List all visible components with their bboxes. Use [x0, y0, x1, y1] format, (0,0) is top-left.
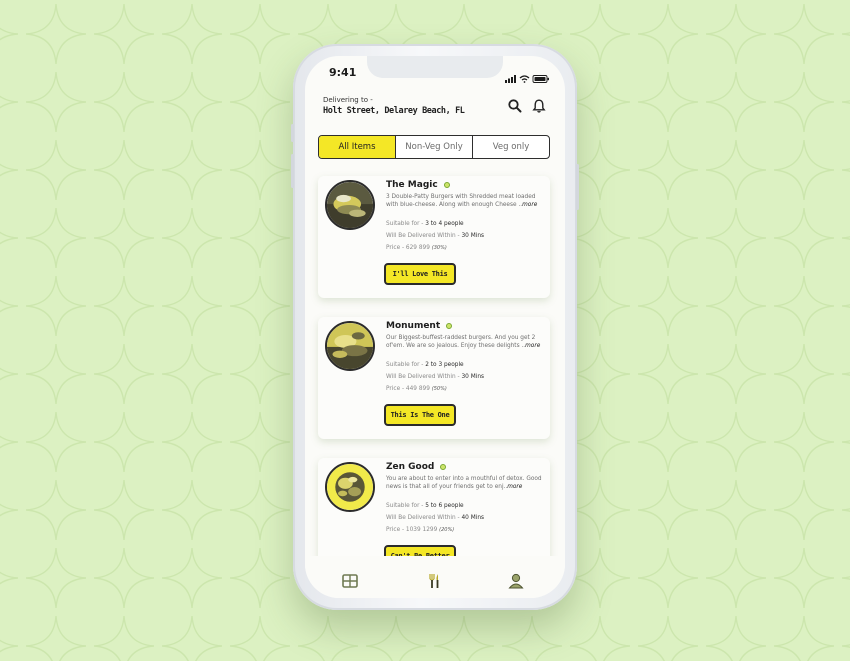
- side-button: [291, 154, 294, 188]
- more-link[interactable]: more: [525, 343, 540, 349]
- filter-tabs: All Items Non-Veg Only Veg only: [318, 135, 550, 159]
- food-description: You are about to enter into a mouthful o…: [386, 476, 542, 490]
- tab-veg-only[interactable]: Veg only: [472, 136, 549, 158]
- delivery-time: Will Be Delivered Within - 40 Mins: [386, 515, 485, 521]
- tab-all-items[interactable]: All Items: [319, 136, 395, 158]
- price: Price - 629 899 (30%): [386, 245, 447, 251]
- food-title: Zen Good: [386, 462, 447, 472]
- food-title: The Magic: [386, 180, 450, 190]
- bottom-nav: [305, 556, 565, 598]
- food-thumbnail: [325, 180, 375, 230]
- veg-indicator-icon: [440, 463, 447, 470]
- fork-knife-icon[interactable]: [425, 572, 443, 590]
- bell-icon[interactable]: [531, 98, 547, 114]
- more-link[interactable]: more: [522, 202, 537, 208]
- delivering-label: Delivering to -: [323, 96, 373, 104]
- price: Price - 1039 1299 (20%): [386, 527, 455, 533]
- food-card[interactable]: The Magic 3 Double-Patty Burgers with Sh…: [318, 176, 550, 298]
- food-description: Our Biggest-buffest-raddest burgers. And…: [386, 335, 541, 349]
- side-button: [291, 124, 294, 142]
- status-time: 9:41: [329, 66, 357, 79]
- order-button[interactable]: This Is The One: [384, 404, 456, 426]
- veg-indicator-icon: [446, 322, 453, 329]
- status-icons: [505, 68, 551, 87]
- delivery-address[interactable]: Holt Street, Delarey Beach, FL: [323, 106, 465, 116]
- food-thumbnail: [325, 321, 375, 371]
- delivery-time: Will Be Delivered Within - 30 Mins: [386, 233, 485, 239]
- serving-size: Suitable for - 3 to 4 people: [386, 221, 464, 227]
- delivery-time: Will Be Delivered Within - 30 Mins: [386, 374, 485, 380]
- notch: [367, 56, 503, 78]
- profile-icon[interactable]: [507, 572, 525, 590]
- food-card[interactable]: Monument Our Biggest-buffest-raddest bur…: [318, 317, 550, 439]
- price: Price - 449 899 (50%): [386, 386, 447, 392]
- food-title: Monument: [386, 321, 453, 331]
- more-link[interactable]: more: [507, 484, 522, 490]
- food-description: 3 Double-Patty Burgers with Shredded mea…: [386, 194, 538, 208]
- menu-grid-icon[interactable]: [341, 572, 359, 590]
- order-button[interactable]: I'll Love This: [384, 263, 456, 285]
- signal-wifi-battery-icon: [505, 75, 549, 83]
- serving-size: Suitable for - 5 to 6 people: [386, 503, 464, 509]
- serving-size: Suitable for - 2 to 3 people: [386, 362, 464, 368]
- search-icon[interactable]: [507, 98, 523, 114]
- side-button: [576, 164, 579, 210]
- app-screen: 9:41 Delivering to - Holt Street, Delare…: [305, 56, 565, 598]
- food-thumbnail: [325, 462, 375, 512]
- veg-indicator-icon: [443, 181, 450, 188]
- tab-non-veg-only[interactable]: Non-Veg Only: [395, 136, 472, 158]
